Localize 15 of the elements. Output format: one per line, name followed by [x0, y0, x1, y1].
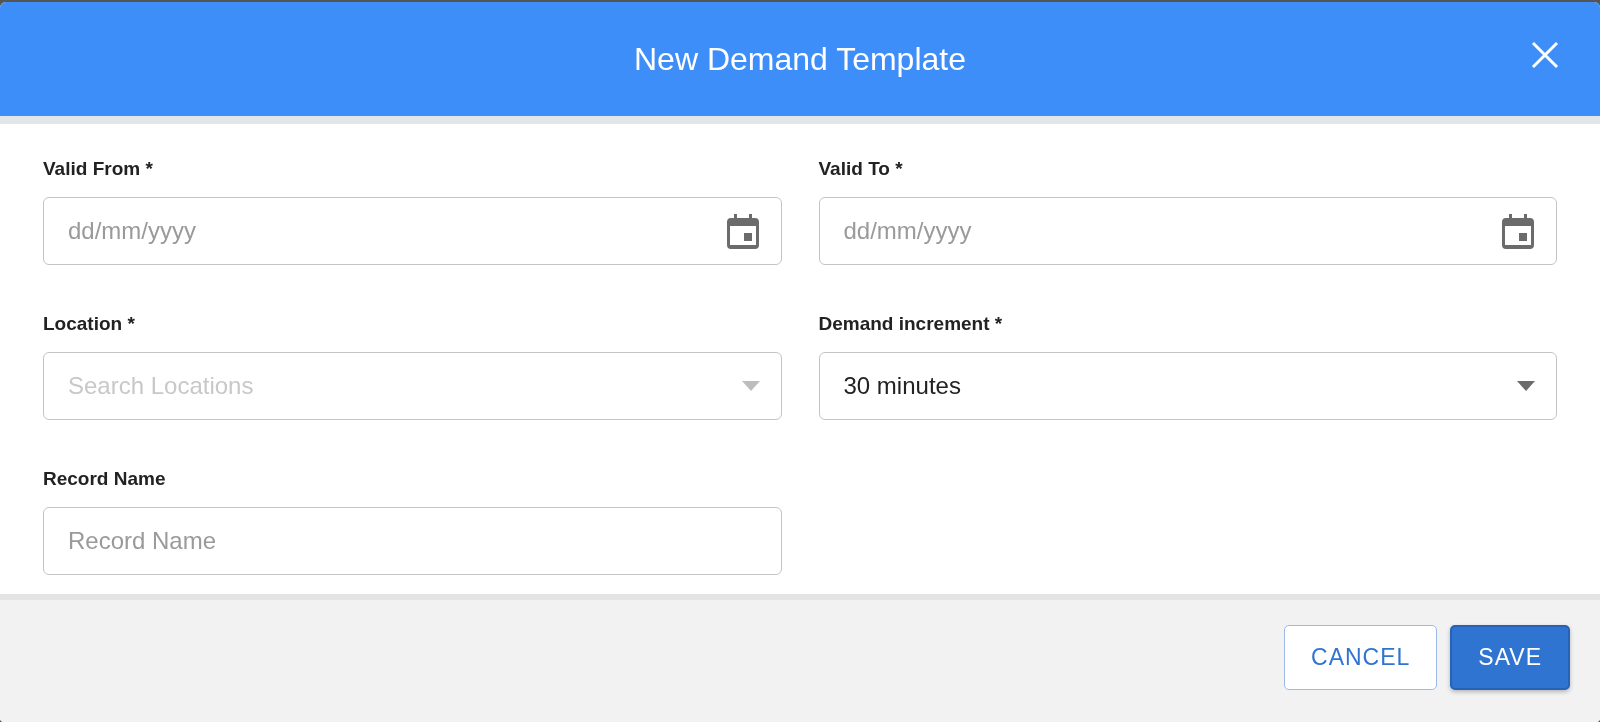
field-label: Demand increment *	[818, 313, 1004, 335]
input-field[interactable]: Record Name	[43, 507, 782, 575]
caret-icon[interactable]	[1517, 381, 1535, 391]
dialog-title: New Demand Template	[634, 40, 966, 78]
field-label: Valid To *	[818, 158, 904, 180]
cancel-button[interactable]: CANCEL	[1284, 624, 1438, 690]
field-label: Valid From *	[43, 158, 154, 180]
calendar-icon[interactable]	[725, 213, 760, 249]
date-field[interactable]: dd/mm/yyyy	[43, 197, 782, 265]
field-label: Record Name	[43, 468, 167, 490]
save-button[interactable]: SAVE	[1450, 624, 1570, 690]
calendar-icon[interactable]	[1501, 213, 1535, 249]
date-field[interactable]: dd/mm/yyyy	[818, 197, 1557, 265]
field-label: Location *	[43, 313, 136, 335]
dropdown[interactable]: 30 minutes	[818, 352, 1557, 420]
